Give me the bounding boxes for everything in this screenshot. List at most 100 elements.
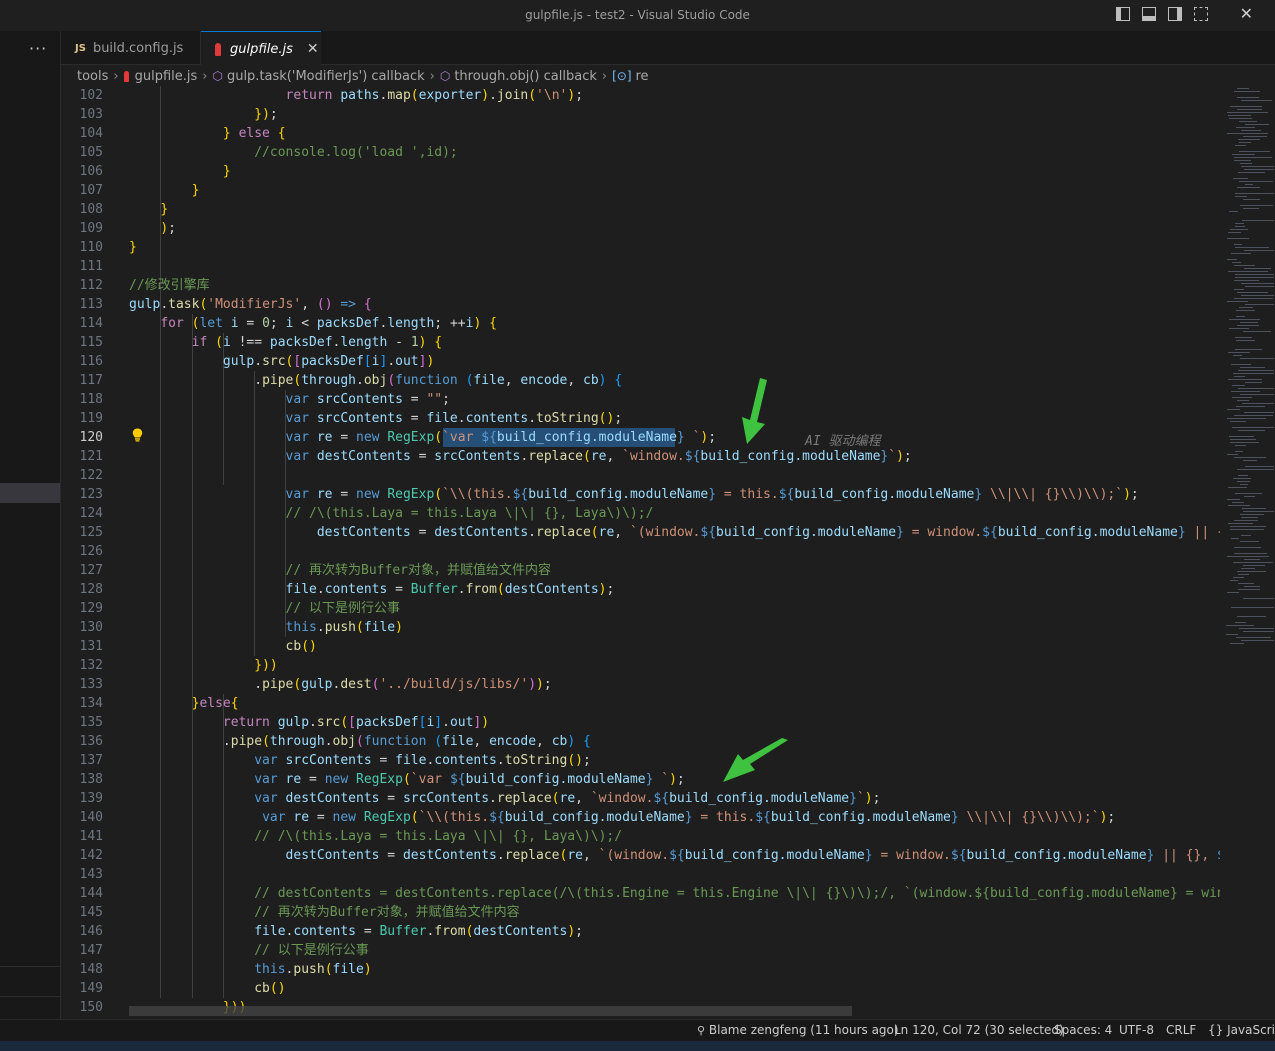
- code-line[interactable]: .pipe(through.obj(function (file, encode…: [129, 732, 591, 751]
- line-number: 102: [79, 88, 103, 103]
- code-line[interactable]: .pipe(gulp.dest('../build/js/libs/'));: [129, 675, 551, 694]
- line-number: 119: [79, 411, 103, 426]
- code-line[interactable]: var re = new RegExp(`\\(this.${build_con…: [129, 485, 1139, 504]
- breadcrumb-item-task[interactable]: gulp.task('ModifierJs') callback: [227, 69, 425, 84]
- code-line[interactable]: var destContents = srcContents.replace(r…: [129, 789, 880, 808]
- code-line[interactable]: destContents = destContents.replace(re, …: [129, 523, 1220, 542]
- toggle-primary-sidebar-icon[interactable]: [1116, 7, 1130, 21]
- code-line[interactable]: })): [129, 656, 277, 675]
- line-number: 129: [79, 601, 103, 616]
- line-number: 132: [79, 658, 103, 673]
- git-blame-item[interactable]: ⚲ Blame zengfeng (11 hours ago): [697, 1023, 899, 1037]
- code-line[interactable]: // 再次转为Buffer对象，并赋值给文件内容: [129, 903, 519, 922]
- indentation[interactable]: Spaces: 4: [1054, 1023, 1112, 1037]
- code-line[interactable]: this.push(file): [129, 618, 403, 637]
- minimap-line: [1234, 160, 1251, 161]
- code-line[interactable]: );: [129, 219, 176, 238]
- code-line[interactable]: file.contents = Buffer.from(destContents…: [129, 580, 615, 599]
- code-line[interactable]: gulp.task('ModifierJs', () => {: [129, 295, 372, 314]
- code-line[interactable]: var destContents = srcContents.replace(r…: [129, 447, 912, 466]
- minimap[interactable]: [1222, 86, 1275, 1019]
- customize-layout-icon[interactable]: [1194, 7, 1208, 21]
- minimap-line: [1241, 166, 1274, 167]
- code-line[interactable]: var srcContents = file.contents.toString…: [129, 751, 591, 770]
- code-line[interactable]: // 再次转为Buffer对象，并赋值给文件内容: [129, 561, 551, 580]
- minimap-line: [1228, 271, 1268, 272]
- code-line[interactable]: .pipe(through.obj(function (file, encode…: [129, 371, 622, 390]
- line-number: 106: [79, 164, 103, 179]
- line-number: 108: [79, 202, 103, 217]
- language-mode[interactable]: {} JavaScript: [1208, 1023, 1275, 1037]
- minimap-line: [1236, 406, 1265, 407]
- cursor-position[interactable]: Ln 120, Col 72 (30 selected): [894, 1023, 1064, 1037]
- code-line[interactable]: for (let i = 0; i < packsDef.length; ++i…: [129, 314, 497, 333]
- code-line[interactable]: file.contents = Buffer.from(destContents…: [129, 922, 583, 941]
- code-line[interactable]: this.push(file): [129, 960, 371, 979]
- code-line[interactable]: var re = new RegExp(`var ${build_config.…: [129, 428, 717, 447]
- code-line[interactable]: var srcContents = file.contents.toString…: [129, 409, 623, 428]
- cube-icon: ⬡: [212, 69, 223, 83]
- code-line[interactable]: return paths.map(exporter).join('\n');: [129, 86, 583, 105]
- code-line[interactable]: destContents = destContents.replace(re, …: [129, 846, 1220, 865]
- code-line[interactable]: // /\(this.Laya = this.Laya \|\| {}, Lay…: [129, 827, 622, 846]
- code-line[interactable]: });: [129, 105, 277, 124]
- breadcrumb-item-variable[interactable]: re: [636, 69, 649, 84]
- minimap-line: [1233, 373, 1274, 374]
- code-line[interactable]: // /\(this.Laya = this.Laya \|\| {}, Lay…: [129, 504, 654, 523]
- code-line[interactable]: //修改引擎库: [129, 276, 210, 295]
- tab-label: gulpfile.js: [230, 41, 293, 57]
- code-line[interactable]: // 以下是例行公事: [129, 941, 368, 960]
- minimap-line: [1235, 337, 1252, 338]
- annotation-arrow-icon: [742, 378, 767, 444]
- code-line[interactable]: //console.log('load ',id);: [129, 143, 458, 162]
- minimap-line: [1240, 358, 1274, 359]
- line-number: 121: [79, 449, 103, 464]
- tab-gulpfile[interactable]: gulpfile.js ✕: [201, 31, 321, 66]
- line-number: 140: [79, 810, 103, 825]
- code-line[interactable]: gulp.src([packsDef[i].out]): [129, 352, 434, 371]
- code-line[interactable]: // destContents = destContents.replace(/…: [129, 884, 1220, 903]
- minimap-line: [1243, 136, 1267, 137]
- code-line[interactable]: // 以下是例行公事: [129, 599, 400, 618]
- code-line[interactable]: var re = new RegExp(`var ${build_config.…: [129, 770, 685, 789]
- code-line[interactable]: return gulp.src([packsDef[i].out]): [129, 713, 489, 732]
- code-line[interactable]: }: [129, 238, 137, 257]
- minimap-line: [1241, 640, 1274, 641]
- code-line[interactable]: cb(): [129, 979, 285, 998]
- minimap-line: [1244, 250, 1274, 251]
- breadcrumb-item-file[interactable]: gulpfile.js: [135, 69, 198, 84]
- breadcrumb-item-callback[interactable]: through.obj() callback: [454, 69, 597, 84]
- code-line[interactable]: }: [129, 200, 168, 219]
- code-line[interactable]: if (i !== packsDef.length - 1) {: [129, 333, 443, 352]
- line-number: 114: [79, 316, 103, 331]
- window-close-icon[interactable]: ✕: [1240, 4, 1253, 23]
- line-ending[interactable]: CRLF: [1166, 1023, 1196, 1037]
- minimap-line: [1244, 586, 1260, 587]
- minimap-line: [1245, 286, 1274, 287]
- line-number: 113: [79, 297, 103, 312]
- more-actions-icon[interactable]: ···: [29, 39, 47, 58]
- toggle-panel-icon[interactable]: [1142, 7, 1156, 21]
- line-number: 105: [79, 145, 103, 160]
- code-line[interactable]: var re = new RegExp(`\\(this.${build_con…: [129, 808, 1115, 827]
- tab-build-config[interactable]: JS build.config.js: [61, 31, 201, 65]
- code-line[interactable]: }else{: [129, 694, 239, 713]
- encoding[interactable]: UTF-8: [1119, 1023, 1154, 1037]
- sidebar-selected-row[interactable]: [0, 483, 60, 503]
- code-line[interactable]: cb(): [129, 637, 317, 656]
- minimap-line: [1241, 568, 1255, 569]
- breadcrumb-item-tools[interactable]: tools: [77, 69, 108, 84]
- code-line[interactable]: }: [129, 162, 231, 181]
- minimap-line: [1233, 577, 1244, 578]
- code-editor[interactable]: return paths.map(exporter).join('\n'); }…: [129, 86, 1220, 1019]
- close-icon[interactable]: ✕: [307, 41, 319, 57]
- horizontal-scrollbar[interactable]: [129, 1006, 852, 1016]
- minimap-line: [1237, 88, 1249, 89]
- code-line[interactable]: }: [129, 181, 200, 200]
- code-line[interactable]: var srcContents = "";: [129, 390, 450, 409]
- line-number: 117: [79, 373, 103, 388]
- toggle-secondary-sidebar-icon[interactable]: [1168, 7, 1182, 21]
- code-line[interactable]: } else {: [129, 124, 286, 143]
- line-number: 103: [79, 107, 103, 122]
- minimap-line: [1229, 118, 1252, 119]
